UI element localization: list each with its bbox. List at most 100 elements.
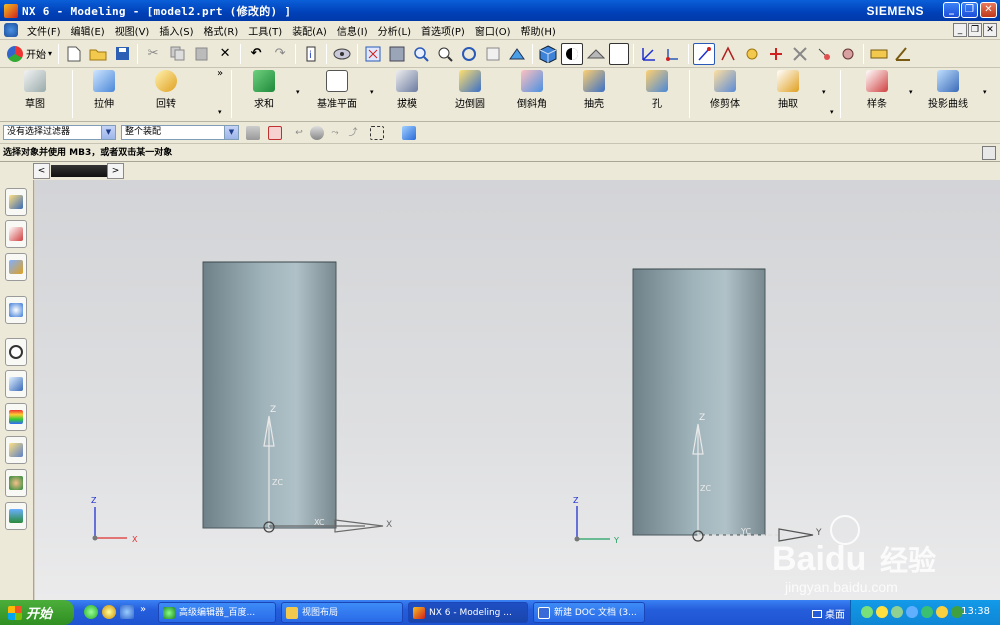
doc-restore-button[interactable]: ❐ — [968, 23, 982, 37]
open-folder-icon[interactable] — [87, 43, 109, 65]
snap-endpoint-icon[interactable] — [717, 43, 739, 65]
menu-preferences[interactable]: 首选项(P) — [416, 23, 470, 38]
visualization-button[interactable] — [5, 403, 27, 431]
menu-edit[interactable]: 编辑(E) — [66, 23, 110, 38]
wcs-dynamic-icon[interactable] — [638, 43, 660, 65]
scroll-left-button[interactable]: < — [33, 163, 50, 179]
select-arrow-icon[interactable] — [693, 42, 716, 65]
select-all-icon[interactable] — [402, 126, 416, 140]
tool-datum-plane[interactable]: 基准平面 — [317, 70, 357, 110]
rotate-icon[interactable] — [458, 43, 480, 65]
tray-clock[interactable]: 13:38 — [961, 606, 990, 617]
filter-settings-icon[interactable] — [246, 126, 260, 140]
new-file-icon[interactable] — [63, 43, 85, 65]
tool-extract[interactable]: 抽取 — [777, 70, 799, 110]
menu-window[interactable]: 窗口(O) — [470, 23, 516, 38]
reuse-library-button[interactable] — [5, 370, 27, 398]
redo-icon[interactable]: ↷ — [269, 43, 291, 65]
paste-icon[interactable] — [190, 43, 212, 65]
tool-revolve[interactable]: 回转 — [155, 70, 177, 110]
menu-help[interactable]: 帮助(H) — [516, 23, 561, 38]
minimize-button[interactable]: _ — [943, 2, 960, 18]
process-studio-button[interactable] — [5, 436, 27, 464]
select-edge-icon[interactable]: ⤳ — [328, 126, 342, 140]
measure-angle-icon[interactable] — [892, 43, 914, 65]
scroll-right-button[interactable]: > — [107, 163, 124, 179]
doc-close-button[interactable]: ✕ — [983, 23, 997, 37]
cylinder-right[interactable] — [632, 268, 766, 536]
tool-chamfer[interactable]: 倒斜角 — [517, 70, 547, 110]
magnify-icon[interactable] — [434, 43, 456, 65]
snap-quadrant-icon[interactable] — [837, 43, 859, 65]
snap-control-icon[interactable] — [765, 43, 787, 65]
system-scenes-button[interactable] — [5, 502, 27, 530]
tray-update-icon[interactable] — [936, 606, 948, 618]
tool-edge-blend[interactable]: 边倒圆 — [455, 70, 485, 110]
copy-icon[interactable] — [166, 43, 188, 65]
cue-maximize-icon[interactable] — [982, 146, 996, 160]
type-filter-arrow-icon[interactable]: ▼ — [101, 126, 115, 139]
unite-dropdown-icon[interactable]: ▾ — [296, 88, 300, 96]
start-menu-button[interactable]: 开始 ▾ — [4, 45, 55, 62]
roles-button[interactable] — [5, 469, 27, 497]
menu-file[interactable]: 文件(F) — [22, 23, 66, 38]
windows-start-button[interactable]: 开始 — [0, 600, 74, 625]
select-face-icon[interactable] — [310, 126, 324, 140]
tool-project-curve[interactable]: 投影曲线 — [928, 70, 968, 110]
toolbar2-options-icon[interactable]: ▾ — [830, 108, 834, 116]
snap-center-icon[interactable] — [813, 43, 835, 65]
menu-analysis[interactable]: 分析(L) — [373, 23, 416, 38]
graphics-viewport[interactable]: Z ZC XC X Z X Z ZC YC Y Z Y Baidu 经验 jin… — [35, 180, 1000, 600]
select-body-icon[interactable]: ⤴ — [346, 126, 360, 140]
tray-security-icon[interactable] — [921, 606, 933, 618]
tray-qq-icon[interactable] — [876, 606, 888, 618]
menu-info[interactable]: 信息(I) — [332, 23, 373, 38]
history-button[interactable] — [5, 338, 27, 366]
tray-ime-icon[interactable] — [906, 606, 918, 618]
select-feature-icon[interactable] — [268, 126, 282, 140]
wcs-origin-icon[interactable] — [662, 43, 684, 65]
edge-display-icon[interactable] — [585, 43, 607, 65]
task-editor[interactable]: 高级编辑器_百度... — [158, 602, 276, 623]
menu-insert[interactable]: 插入(S) — [154, 23, 198, 38]
tool-spline[interactable]: 样条 — [866, 70, 888, 110]
menu-view[interactable]: 视图(V) — [110, 23, 155, 38]
quicklaunch-more-button[interactable]: » — [140, 604, 146, 615]
select-rectangle-icon[interactable] — [370, 126, 384, 140]
render-style-icon[interactable] — [561, 42, 584, 65]
shaded-cube-icon[interactable] — [537, 43, 559, 65]
tool-shell[interactable]: 抽壳 — [583, 70, 605, 110]
quicklaunch-browser-icon[interactable] — [102, 605, 116, 619]
tray-antivirus-icon[interactable] — [891, 606, 903, 618]
tray-network-icon[interactable] — [861, 606, 873, 618]
tool-sketch[interactable]: 草图 — [24, 70, 46, 110]
info-icon[interactable]: i — [300, 43, 322, 65]
document-tab-strip[interactable] — [51, 165, 107, 177]
web-browser-button[interactable] — [5, 296, 27, 324]
extract-dropdown-icon[interactable]: ▾ — [822, 88, 826, 96]
part-navigator-button[interactable] — [5, 253, 27, 281]
tool-hole[interactable]: 孔 — [646, 70, 668, 110]
more-tools-button[interactable]: » — [217, 68, 223, 79]
measure-distance-icon[interactable] — [868, 43, 890, 65]
datum-dropdown-icon[interactable]: ▾ — [370, 88, 374, 96]
task-view-layout[interactable]: 视图布局 — [281, 602, 403, 623]
perspective-icon[interactable] — [506, 43, 528, 65]
zoom-icon[interactable] — [410, 43, 432, 65]
background-color-icon[interactable] — [609, 42, 630, 65]
view-orient-icon[interactable] — [331, 43, 353, 65]
task-nx[interactable]: NX 6 - Modeling ... — [408, 602, 528, 623]
zoom-area-icon[interactable] — [386, 43, 408, 65]
toolbar-options-icon[interactable]: ▾ — [218, 108, 222, 116]
quicklaunch-desktop-icon[interactable] — [120, 605, 134, 619]
spline-dropdown-icon[interactable]: ▾ — [909, 88, 913, 96]
close-button[interactable]: ✕ — [980, 2, 997, 18]
menu-assembly[interactable]: 装配(A) — [287, 23, 332, 38]
quicklaunch-qq-icon[interactable] — [84, 605, 98, 619]
scope-select[interactable]: 整个装配 ▼ — [121, 125, 239, 140]
snap-intersect-icon[interactable] — [789, 43, 811, 65]
delete-icon[interactable]: ✕ — [214, 43, 236, 65]
tool-unite[interactable]: 求和 — [253, 70, 275, 110]
menu-format[interactable]: 格式(R) — [199, 23, 244, 38]
tool-draft[interactable]: 拔模 — [396, 70, 418, 110]
